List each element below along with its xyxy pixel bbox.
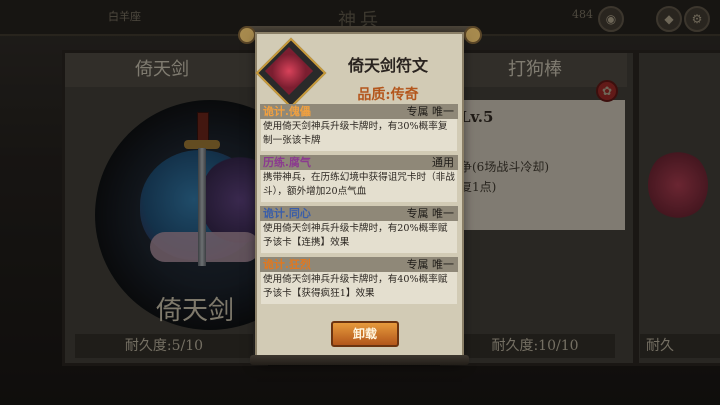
rune-section-tag: 专属 唯一 [406, 258, 455, 271]
rune-section-desc: 使用倚天剑神兵升级卡牌时，有40%概率赋予该卡【获得疯狂1】效果 [261, 272, 457, 304]
rune-section-desc: 使用倚天剑神兵升级卡牌时，有30%概率复制一张该卡牌 [261, 119, 457, 151]
popup-title: 倚天剑符文 [347, 56, 428, 75]
rune-section-header: 诡计.狂烈 专属 唯一 [260, 257, 458, 272]
rune-section-header: 历练.腐气 通用 [260, 155, 458, 170]
unequip-button[interactable]: 卸载 [331, 321, 399, 347]
rune-section-name: 诡计.同心 [263, 207, 311, 220]
rune-section-header: 诡计.傀儡 专属 唯一 [260, 104, 458, 119]
rune-section-desc: 使用倚天剑神兵升级卡牌时，有20%概率赋予该卡【连携】效果 [261, 221, 457, 253]
rune-section-tag: 通用 [432, 156, 454, 169]
rune-section-name: 诡计.狂烈 [263, 258, 311, 271]
scroll-roller-bottom [250, 355, 469, 365]
rune-section-desc: 携带神兵，在历练幻境中获得诅咒卡时（非战斗），额外增加20点气血 [261, 170, 457, 202]
roller-knob-left [238, 26, 256, 44]
rune-section-header: 诡计.同心 专属 唯一 [260, 206, 458, 221]
rune-section-name: 历练.腐气 [263, 156, 311, 169]
rune-section-tag: 专属 唯一 [406, 207, 455, 220]
roller-knob-right [464, 26, 482, 44]
rune-section-name: 诡计.傀儡 [263, 105, 311, 118]
rune-section-tag: 专属 唯一 [406, 105, 455, 118]
quality-label: 品质:传奇 [357, 87, 419, 103]
